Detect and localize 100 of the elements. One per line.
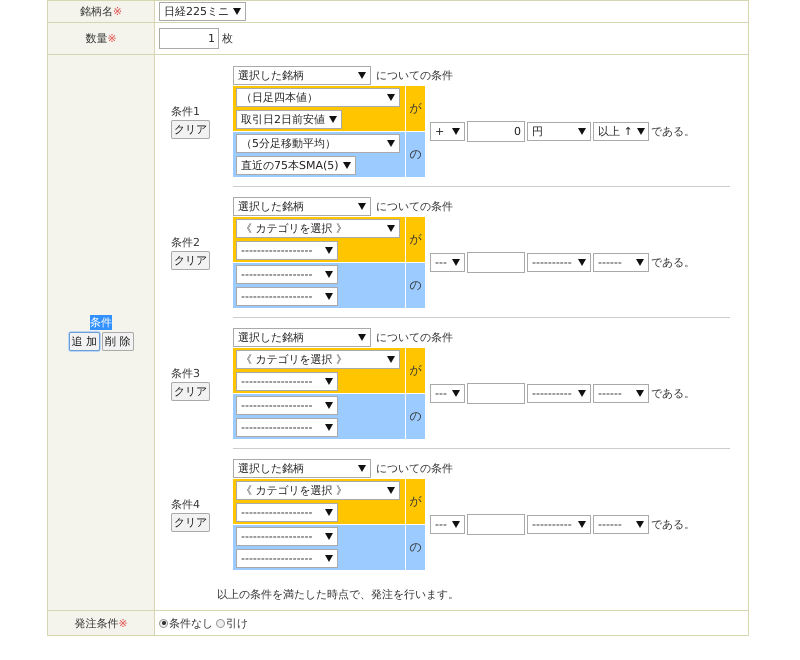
clear-button[interactable]: クリア: [171, 120, 210, 139]
caret-icon: [358, 203, 366, 210]
caret-icon: [358, 334, 366, 341]
caret-icon: [325, 378, 333, 385]
caret-icon: [387, 487, 395, 494]
sentence-end: である。: [651, 124, 695, 139]
caret-icon: [325, 247, 333, 254]
radio-label[interactable]: 引け: [226, 616, 248, 630]
dropdown[interactable]: （日足四本値）: [236, 88, 400, 107]
caret-icon: [578, 259, 586, 266]
caret-icon: [636, 390, 644, 397]
clear-button[interactable]: クリア: [171, 251, 210, 270]
caret-icon: [387, 356, 395, 363]
caret-icon: [452, 521, 460, 528]
dropdown[interactable]: 選択した銘柄: [233, 328, 371, 347]
particle-label: の: [406, 525, 425, 570]
unit-label: 枚: [222, 31, 233, 46]
quantity-field[interactable]: 1: [159, 28, 219, 49]
dropdown[interactable]: ----------: [527, 253, 591, 272]
particle-label: が: [406, 86, 425, 131]
caret-icon: [452, 128, 460, 135]
condition-caption: についての条件: [376, 68, 453, 83]
radio-button[interactable]: [216, 618, 225, 628]
caret-icon: [452, 390, 460, 397]
particle-label: の: [406, 394, 425, 439]
dropdown[interactable]: +: [430, 122, 465, 141]
dropdown[interactable]: ------------------: [236, 418, 338, 437]
particle-label: の: [406, 132, 425, 177]
field-label: 条件: [90, 314, 112, 330]
caret-icon: [578, 390, 586, 397]
particle-label: が: [406, 479, 425, 524]
field-label: 発注条件※: [74, 616, 128, 630]
caret-icon: [233, 8, 241, 15]
caret-icon: [329, 116, 337, 123]
radio-label[interactable]: 条件なし: [169, 616, 213, 630]
dropdown[interactable]: 選択した銘柄: [233, 197, 371, 216]
dropdown[interactable]: ------------------: [236, 527, 338, 546]
note-text: 以上の条件を満たした時点で、発注を行います。: [217, 587, 460, 602]
dropdown[interactable]: ----------: [527, 515, 591, 534]
sentence-end: である。: [651, 517, 695, 532]
sentence-end: である。: [651, 255, 695, 270]
dropdown[interactable]: 《 カテゴリを選択 》: [236, 481, 400, 500]
radio-button[interactable]: [159, 618, 168, 628]
dropdown[interactable]: ----------: [527, 384, 591, 403]
caret-icon: [358, 72, 366, 79]
caret-icon: [578, 128, 586, 135]
dropdown[interactable]: 日経225ミニ: [159, 2, 246, 21]
dropdown[interactable]: ---: [430, 253, 465, 272]
caret-icon: [325, 509, 333, 516]
dropdown[interactable]: ------------------: [236, 549, 338, 568]
caret-icon: [636, 259, 644, 266]
dropdown[interactable]: ------------------: [236, 503, 338, 522]
dropdown[interactable]: ------------------: [236, 265, 338, 284]
dropdown[interactable]: ------------------: [236, 241, 338, 260]
dropdown[interactable]: 《 カテゴリを選択 》: [236, 350, 400, 369]
value-field[interactable]: 0: [467, 121, 525, 142]
dropdown[interactable]: ------: [593, 253, 649, 272]
caret-icon: [325, 555, 333, 562]
caret-icon: [387, 140, 395, 147]
particle-label: が: [406, 217, 425, 262]
dropdown[interactable]: ------------------: [236, 396, 338, 415]
caret-icon: [636, 128, 645, 135]
field-label: 数量※: [85, 31, 117, 46]
delete-button[interactable]: 削 除: [102, 332, 134, 350]
value-field[interactable]: [467, 514, 525, 535]
dropdown[interactable]: ------------------: [236, 287, 338, 306]
dropdown[interactable]: 《 カテゴリを選択 》: [236, 219, 400, 238]
particle-label: の: [406, 263, 425, 308]
caret-icon: [325, 293, 333, 300]
dropdown[interactable]: 円: [527, 122, 591, 141]
condition-label: 条件1: [171, 104, 200, 119]
dropdown[interactable]: 直近の75本SMA(5): [236, 156, 356, 175]
clear-button[interactable]: クリア: [171, 513, 210, 532]
caret-icon: [342, 162, 351, 169]
dropdown[interactable]: ---: [430, 384, 465, 403]
condition-label: 条件4: [171, 497, 200, 512]
dropdown[interactable]: ---: [430, 515, 465, 534]
dropdown[interactable]: ------: [593, 384, 649, 403]
caret-icon: [325, 533, 333, 540]
particle-label: が: [406, 348, 425, 393]
value-field[interactable]: [467, 252, 525, 273]
dropdown[interactable]: 取引日2日前安値: [236, 110, 342, 129]
dropdown[interactable]: 選択した銘柄: [233, 459, 371, 478]
value-field[interactable]: [467, 383, 525, 404]
caret-icon: [387, 94, 395, 101]
dropdown[interactable]: 以上 ↑: [593, 122, 649, 141]
caret-icon: [387, 225, 395, 232]
caret-icon: [452, 259, 460, 266]
caret-icon: [578, 521, 586, 528]
dropdown[interactable]: ------------------: [236, 372, 338, 391]
caret-icon: [636, 521, 644, 528]
caret-icon: [325, 424, 333, 431]
add-button[interactable]: 追 加: [68, 332, 100, 350]
field-label: 銘柄名※: [80, 4, 122, 19]
condition-caption: についての条件: [376, 199, 453, 214]
condition-caption: についての条件: [376, 330, 453, 345]
dropdown[interactable]: （5分足移動平均）: [236, 134, 400, 153]
dropdown[interactable]: 選択した銘柄: [233, 66, 371, 85]
clear-button[interactable]: クリア: [171, 382, 210, 401]
dropdown[interactable]: ------: [593, 515, 649, 534]
